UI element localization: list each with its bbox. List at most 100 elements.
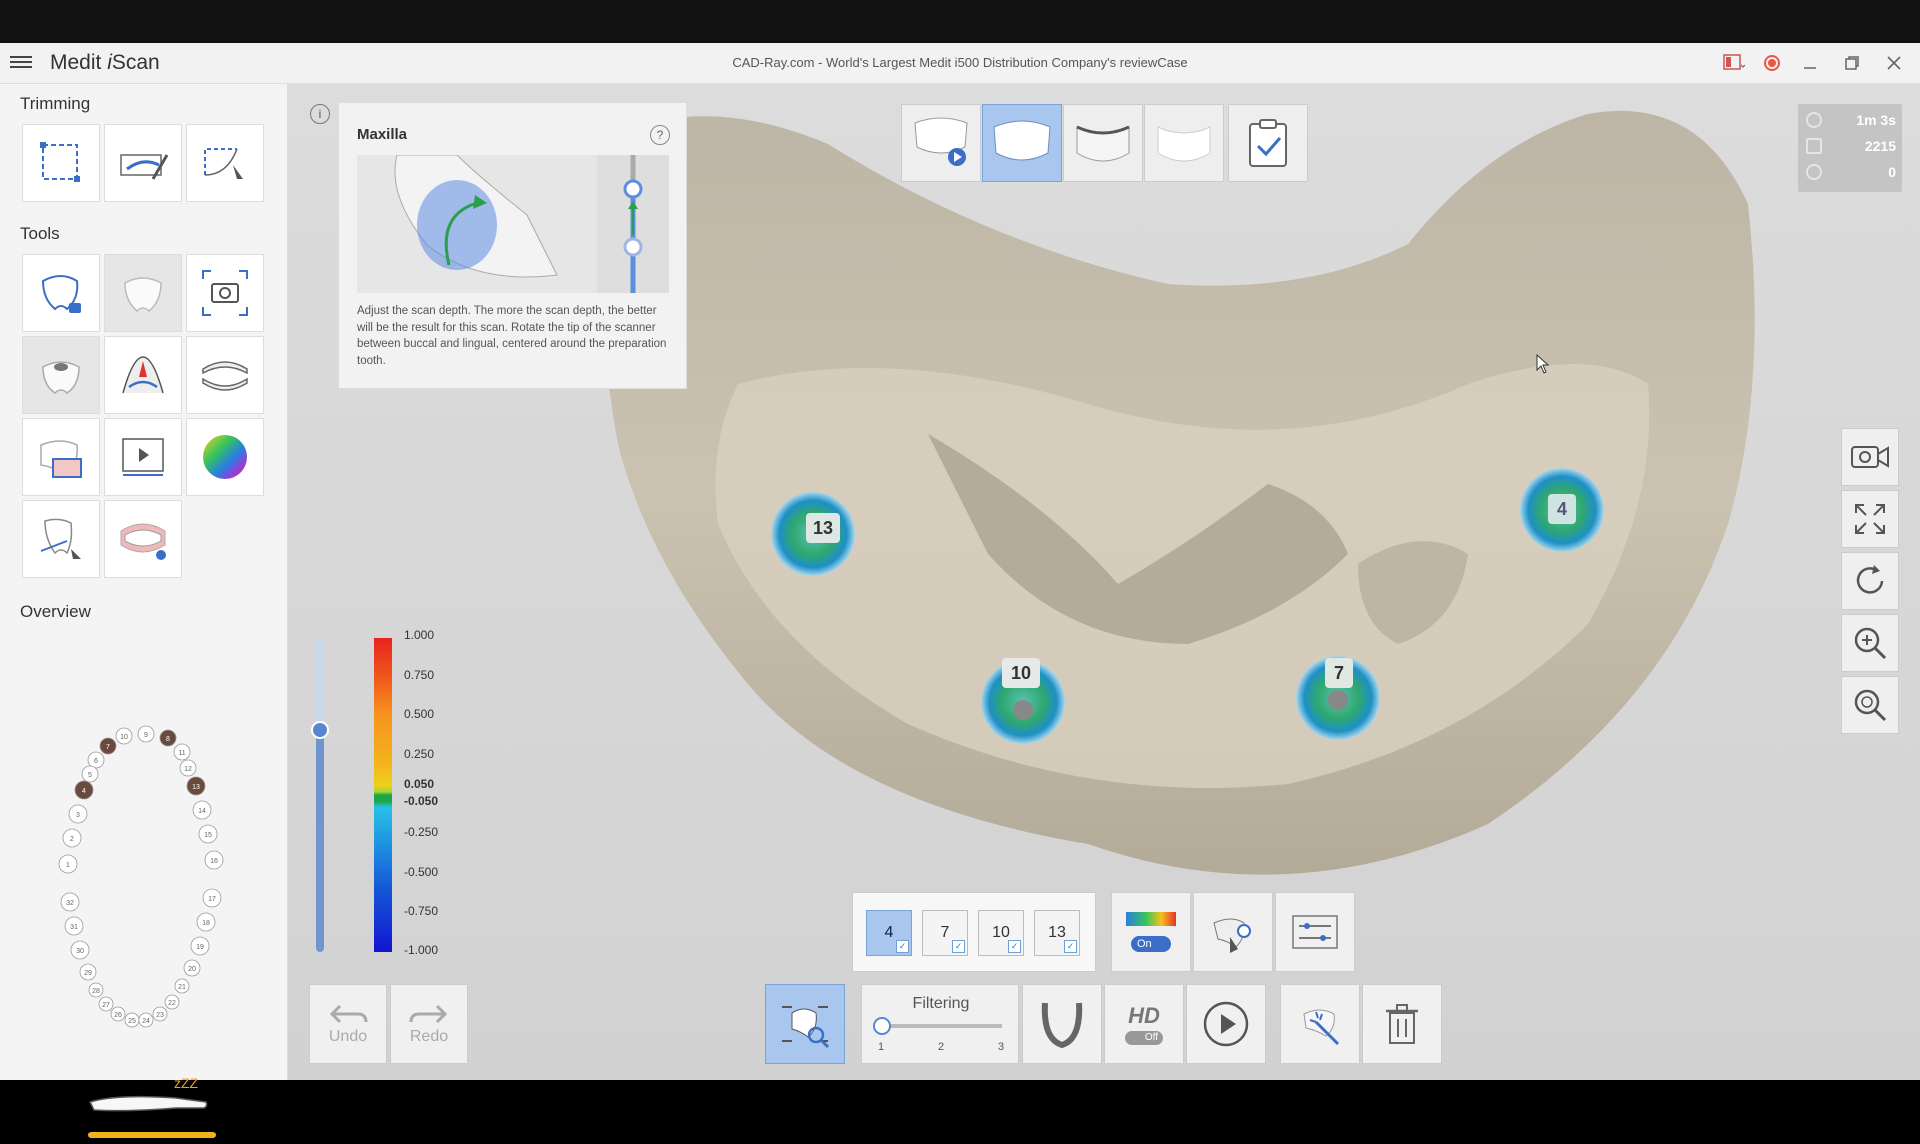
occlusion-tool[interactable]: [186, 336, 264, 414]
tooth-select-10[interactable]: 10 ✓: [978, 910, 1024, 956]
play-button[interactable]: [1186, 984, 1266, 1064]
tooth-tool[interactable]: [104, 254, 182, 332]
cb-label-5: -0.050: [404, 794, 439, 808]
play-scan-tool[interactable]: [104, 418, 182, 496]
overlay-tool[interactable]: [22, 418, 100, 496]
tooth-number[interactable]: 8: [166, 736, 170, 743]
tooth-number[interactable]: 3: [76, 812, 80, 819]
hd-off-toggle[interactable]: Off: [1125, 1031, 1163, 1045]
brush-icon: [120, 154, 169, 180]
tooth-number[interactable]: 4: [82, 788, 86, 795]
rotation-icon: [1806, 164, 1822, 180]
delete-button[interactable]: [1362, 984, 1442, 1064]
trimming-title: Trimming: [20, 94, 91, 113]
filtering-control[interactable]: Filtering 1 2 3: [861, 984, 1019, 1064]
trim-lasso-tool[interactable]: [186, 124, 264, 202]
tooth-number[interactable]: 16: [210, 858, 218, 865]
video-camera-icon: [1851, 446, 1889, 468]
redo-button[interactable]: Redo: [390, 984, 468, 1064]
tooth-number[interactable]: 17: [208, 896, 216, 903]
tooth-number[interactable]: 6: [94, 758, 98, 765]
ai-filter-button[interactable]: [1280, 984, 1360, 1064]
scan-depth-slider[interactable]: [316, 638, 324, 952]
lock-area-tool[interactable]: [22, 254, 100, 332]
scan-depth-knob[interactable]: [311, 721, 329, 739]
tooth-number[interactable]: 2: [70, 836, 74, 843]
info-icon[interactable]: i: [310, 104, 330, 124]
stage-maxilla[interactable]: [982, 104, 1062, 182]
minimize-icon[interactable]: [1798, 51, 1822, 75]
tooth-number[interactable]: 30: [76, 948, 84, 955]
zoom-in-button[interactable]: [1841, 614, 1899, 672]
tooth-number[interactable]: 25: [128, 1018, 136, 1025]
tooth-select-13[interactable]: 13 ✓: [1034, 910, 1080, 956]
layout-toggle-icon[interactable]: [1722, 51, 1746, 75]
deviation-on-toggle[interactable]: On: [1131, 936, 1171, 952]
tooth-number[interactable]: 5: [88, 772, 92, 779]
tooth-number[interactable]: 24: [142, 1018, 150, 1025]
reset-view-button[interactable]: [1841, 552, 1899, 610]
tooth-number[interactable]: 32: [66, 900, 74, 907]
tooth-number[interactable]: 9: [144, 732, 148, 739]
tooth-number[interactable]: 13: [192, 784, 200, 791]
stage-complete[interactable]: [1228, 104, 1308, 182]
restore-icon[interactable]: [1840, 51, 1864, 75]
stage-maxilla-upload[interactable]: [901, 104, 981, 182]
teeth-gum-icon: [120, 523, 166, 560]
help-icon[interactable]: ?: [650, 125, 670, 145]
video-record-button[interactable]: [1841, 428, 1899, 486]
scan-mode-button[interactable]: [765, 984, 845, 1064]
capture-tool[interactable]: [186, 254, 264, 332]
stage-mandible[interactable]: [1063, 104, 1143, 182]
filtering-knob[interactable]: [873, 1017, 891, 1035]
tooth-number[interactable]: 29: [84, 970, 92, 977]
implant-label-4: 4: [1548, 494, 1576, 524]
fit-to-screen-button[interactable]: [1841, 490, 1899, 548]
tooth-number[interactable]: 19: [196, 944, 204, 951]
tooth-number[interactable]: 11: [178, 750, 185, 757]
hd-mode-button[interactable]: HD Off: [1104, 984, 1184, 1064]
filter-mark-1: 1: [878, 1041, 885, 1053]
tooth-number[interactable]: 10: [120, 734, 128, 741]
cb-label-9: -1.000: [404, 943, 439, 957]
deviation-toggle-button[interactable]: On: [1111, 892, 1191, 972]
tooth-number[interactable]: 23: [156, 1012, 164, 1019]
tooth-number[interactable]: 15: [204, 832, 212, 839]
stage-occlusion[interactable]: [1144, 104, 1224, 182]
bite-tool[interactable]: [104, 500, 182, 578]
settings-panel-button[interactable]: [1275, 892, 1355, 972]
undo-button[interactable]: Undo: [309, 984, 387, 1064]
arch-tool-button[interactable]: [1022, 984, 1102, 1064]
tooth-number[interactable]: 21: [178, 984, 186, 991]
tooth-number[interactable]: 20: [188, 966, 196, 973]
scan-body-tool-button[interactable]: [1193, 892, 1273, 972]
tooth-number[interactable]: 28: [92, 988, 100, 995]
trim-box-tool[interactable]: [22, 124, 100, 202]
title-bar: Medit iScan CAD-Ray.com - World's Larges…: [0, 43, 1920, 84]
tooth-number[interactable]: 12: [184, 766, 192, 773]
margin-line-tool[interactable]: [104, 336, 182, 414]
zoom-in-icon: [1854, 627, 1887, 660]
tooth-number[interactable]: 18: [202, 920, 210, 927]
redo-arrow-icon: [409, 1004, 448, 1024]
svg-text:zZZ: zZZ: [174, 1075, 199, 1091]
record-icon[interactable]: [1764, 55, 1780, 71]
left-sidebar: Trimming Tools Overview 10 9 8 7 11 6 12…: [0, 84, 288, 1138]
measure-tool[interactable]: [22, 500, 100, 578]
tooth-number[interactable]: 27: [102, 1002, 110, 1009]
filter-mark-2: 2: [938, 1041, 945, 1053]
zoom-fit-button[interactable]: [1841, 676, 1899, 734]
tooth-number[interactable]: 7: [106, 744, 110, 751]
color-tool[interactable]: [186, 418, 264, 496]
tooth-number[interactable]: 1: [66, 862, 70, 869]
close-icon[interactable]: [1882, 51, 1906, 75]
tooth-number[interactable]: 14: [198, 808, 206, 815]
abutment-tool[interactable]: [22, 336, 100, 414]
tooth-number[interactable]: 22: [168, 1000, 176, 1007]
tooth-number[interactable]: 31: [70, 924, 78, 931]
tooth-number[interactable]: 26: [114, 1012, 122, 1019]
trim-brush-tool[interactable]: [104, 124, 182, 202]
filtering-track[interactable]: [882, 1024, 1002, 1028]
tooth-select-4[interactable]: 4 ✓: [866, 910, 912, 956]
tooth-select-7[interactable]: 7 ✓: [922, 910, 968, 956]
